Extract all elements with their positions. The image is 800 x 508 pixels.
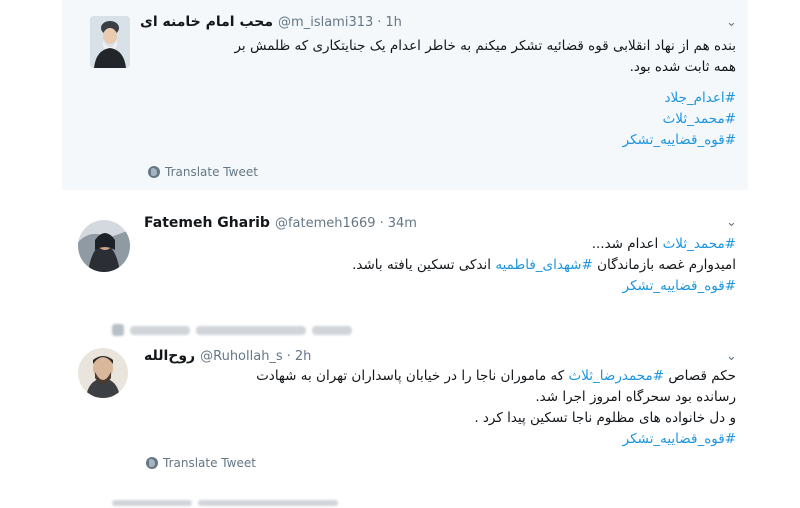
chevron-down-icon[interactable]: ⌄ [726, 16, 737, 29]
tweet-text: بنده هم از نهاد انقلابی قوه قضائیه تشکر … [234, 36, 736, 151]
tweet-line: #محمد_ثلاث اعدام شد... [352, 234, 736, 255]
tweet-time[interactable]: 2h [295, 349, 312, 364]
avatar-image [78, 220, 130, 272]
avatar[interactable] [78, 348, 128, 398]
tweet-1[interactable]: محب امام خامنه ای @m_islami313 · 1h ⌄ بن… [62, 0, 748, 190]
avatar-image [78, 348, 128, 398]
author-handle[interactable]: @m_islami313 [278, 15, 373, 30]
hashtag-link[interactable]: #قوه_قضاییه_تشکر [352, 276, 736, 297]
tweet-2[interactable]: Fatemeh Gharib @fatemeh1669 · 34m ⌄ #محم… [62, 190, 748, 310]
hashtag-link[interactable]: #شهدای_فاطمیه [495, 257, 592, 273]
tweet-time[interactable]: 1h [385, 15, 402, 30]
translate-tweet-button[interactable]: Translate Tweet [148, 165, 258, 179]
author-name[interactable]: محب امام خامنه ای [140, 14, 273, 30]
tweet-line: حکم قصاص #محمدرضا_ثلاث که ماموران ناجا ر… [256, 366, 736, 387]
tweet-header: محب امام خامنه ای @m_islami313 · 1h [140, 14, 402, 30]
blurred-context [112, 500, 338, 506]
hashtag-link[interactable]: #قوه_قضاییه_تشکر [234, 130, 736, 151]
tweet-line: رسانده بود سحرگاه امروز اجرا شد. [535, 389, 736, 405]
avatar[interactable] [78, 220, 130, 272]
tweet-text-run: اندکی تسکین یافته باشد. [352, 257, 496, 273]
blurred-text [196, 325, 306, 335]
tweet-text-run: حکم قصاص [664, 368, 736, 384]
tweet-line: همه ثابت شده بود. [629, 59, 736, 75]
separator-dot: · [379, 215, 384, 231]
hashtag-link[interactable]: #محمد_ثلاث [663, 236, 736, 252]
blurred-context [112, 324, 352, 336]
blurred-text [198, 500, 338, 506]
retweet-icon [112, 324, 124, 336]
avatar-image [90, 16, 130, 68]
tweet-header: روح‌الله @Ruhollah_s · 2h [144, 348, 311, 364]
blurred-text [112, 500, 192, 506]
chevron-down-icon[interactable]: ⌄ [726, 216, 737, 229]
tweet-text-run: اعدام شد... [591, 236, 663, 252]
translate-tweet-button[interactable]: Translate Tweet [146, 456, 256, 470]
separator-dot: · [286, 348, 291, 364]
blurred-text [130, 325, 190, 335]
tweet-time[interactable]: 34m [388, 216, 417, 231]
tweet-text: حکم قصاص #محمدرضا_ثلاث که ماموران ناجا ر… [256, 366, 736, 450]
translate-label: Translate Tweet [165, 165, 258, 179]
tweet-line: و دل خانواده های مظلوم ناجا تسکین پیدا ک… [474, 410, 736, 426]
hashtag-link[interactable]: #محمد_ثلاث [234, 109, 736, 130]
avatar[interactable] [90, 16, 130, 68]
hashtag-link[interactable]: #محمدرضا_ثلاث [569, 368, 665, 384]
author-handle[interactable]: @Ruhollah_s [200, 349, 283, 364]
tweet-line: بنده هم از نهاد انقلابی قوه قضائیه تشکر … [234, 38, 736, 54]
hashtag-link[interactable]: #قوه_قضاییه_تشکر [256, 429, 736, 450]
tweet-header: Fatemeh Gharib @fatemeh1669 · 34m [144, 215, 417, 231]
separator-dot: · [377, 14, 382, 30]
tweet-line: امیدوارم غصه بازماندگان #شهدای_فاطمیه ان… [352, 255, 736, 276]
author-name[interactable]: روح‌الله [144, 348, 195, 364]
tweet-3[interactable]: روح‌الله @Ruhollah_s · 2h ⌄ حکم قصاص #مح… [62, 340, 748, 490]
tweet-text: #محمد_ثلاث اعدام شد... امیدوارم غصه بازم… [352, 234, 736, 297]
translate-label: Translate Tweet [163, 456, 256, 470]
author-name[interactable]: Fatemeh Gharib [144, 215, 270, 231]
globe-icon [146, 457, 158, 469]
author-handle[interactable]: @fatemeh1669 [275, 216, 376, 231]
tweet-text-run: امیدوارم غصه بازماندگان [592, 257, 736, 273]
blurred-text [312, 325, 352, 335]
tweet-text-run: که ماموران ناجا را در خیابان پاسداران ته… [256, 368, 569, 384]
hashtag-link[interactable]: #اعدام_جلاد [234, 88, 736, 109]
chevron-down-icon[interactable]: ⌄ [726, 350, 737, 363]
globe-icon [148, 166, 160, 178]
